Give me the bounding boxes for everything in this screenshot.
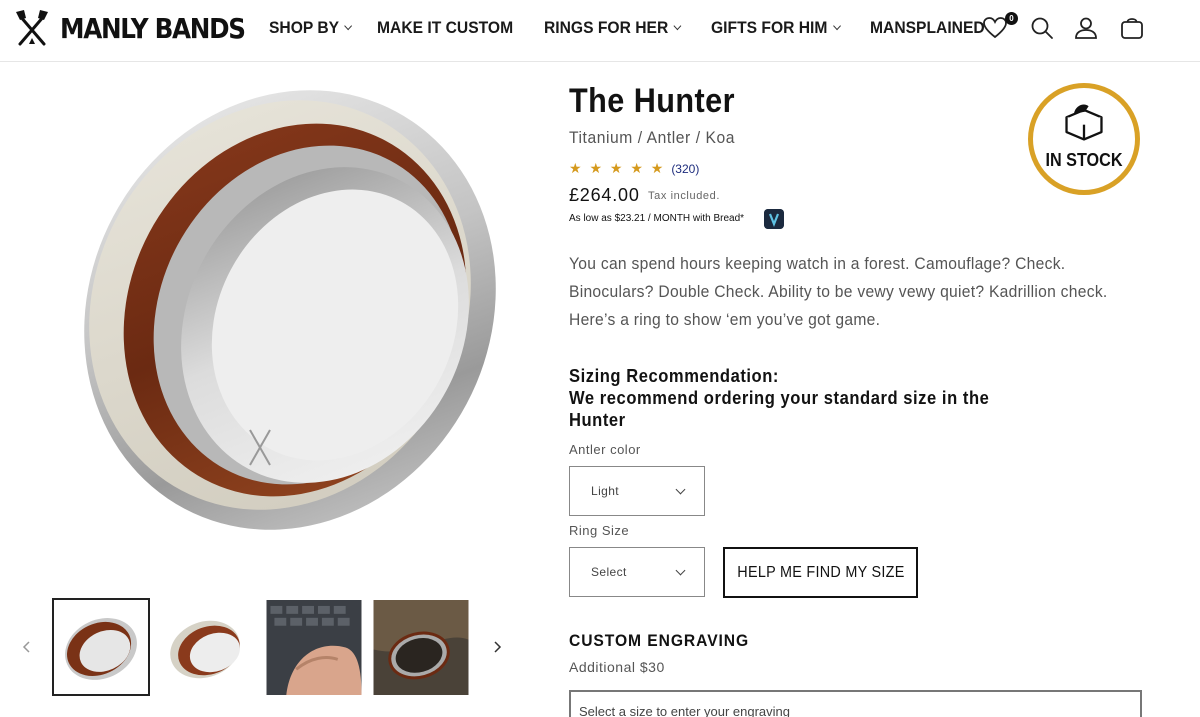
nav-item-mansplained[interactable]: MANSPLAINED (870, 18, 985, 38)
chevron-down-icon (673, 21, 682, 31)
sizing-text: We recommend ordering your standard size… (569, 388, 990, 430)
product-rating[interactable]: ★ ★ ★ ★ ★ (320) (569, 160, 699, 177)
nav-item-gifts-for-him[interactable]: GIFTS FOR HIM (711, 18, 841, 38)
chevron-down-icon (832, 21, 841, 31)
sizing-recommendation: Sizing Recommendation: We recommend orde… (569, 365, 1047, 431)
user-icon[interactable] (1073, 15, 1099, 41)
gallery-thumbnail[interactable] (373, 600, 469, 695)
ring-size-select[interactable]: Select (569, 547, 705, 597)
chevron-down-icon (344, 21, 353, 31)
site-header: MANLY BANDS SHOP BY MAKE IT CUSTOM RINGS… (0, 0, 1200, 62)
select-value: Select (591, 565, 627, 579)
crossed-axes-logo-icon (16, 10, 48, 46)
product-price: £264.00 (569, 185, 640, 205)
main-nav: SHOP BY MAKE IT CUSTOM RINGS FOR HER GIF… (269, 18, 1013, 38)
nav-item-shop-by[interactable]: SHOP BY (269, 18, 353, 38)
badge-text: IN STOCK (1045, 150, 1123, 170)
button-label: HELP ME FIND MY SIZE (736, 563, 905, 581)
antler-color-label: Antler color (569, 442, 641, 457)
review-count-link[interactable]: (320) (671, 162, 699, 176)
star-rating-icon: ★ ★ ★ ★ ★ (569, 160, 666, 176)
gallery-thumbnail[interactable] (52, 598, 150, 696)
find-my-size-button[interactable]: HELP ME FIND MY SIZE (723, 547, 918, 598)
select-value: Light (591, 484, 620, 498)
open-box-icon (1065, 104, 1103, 141)
nav-item-make-it-custom[interactable]: MAKE IT CUSTOM (377, 18, 513, 38)
chevron-down-icon (675, 565, 686, 576)
tax-note: Tax included. (648, 190, 721, 202)
brand-logo[interactable]: MANLY BANDS (14, 8, 270, 48)
gallery-thumbnail[interactable] (159, 600, 255, 695)
search-icon[interactable] (1029, 15, 1055, 41)
financing-note[interactable]: As low as $23.21 / MONTH with Bread* (569, 213, 744, 224)
product-main-image[interactable] (40, 70, 520, 570)
chevron-down-icon (675, 484, 686, 495)
engraving-input[interactable] (569, 690, 1142, 717)
cart-icon[interactable] (1119, 15, 1145, 41)
nav-item-label: MANSPLAINED (869, 18, 985, 37)
nav-item-label: GIFTS FOR HIM (711, 18, 828, 37)
product-materials: Titanium / Antler / Koa (569, 128, 735, 147)
engraving-title: CUSTOM ENGRAVING (569, 631, 750, 650)
nav-item-rings-for-her[interactable]: RINGS FOR HER (544, 18, 682, 38)
product-description: You can spend hours keeping watch in a f… (569, 254, 1108, 329)
product-title: The Hunter (569, 82, 736, 120)
nav-item-label: RINGS FOR HER (544, 18, 669, 37)
ring-size-label: Ring Size (569, 523, 630, 538)
in-stock-badge: IN STOCK (1028, 83, 1140, 195)
sizing-heading: Sizing Recommendation: (569, 366, 779, 386)
nav-item-label: MAKE IT CUSTOM (377, 18, 514, 37)
bread-financing-icon[interactable] (764, 209, 784, 229)
gallery-next-arrow-icon[interactable] (490, 640, 504, 654)
engraving-price: Additional $30 (569, 659, 665, 675)
brand-name: MANLY BANDS (60, 11, 246, 45)
wishlist-count-badge: 0 (1005, 12, 1018, 25)
gallery-thumbnail[interactable] (266, 600, 362, 695)
nav-item-label: SHOP BY (269, 18, 340, 37)
gallery-prev-arrow-icon[interactable] (20, 640, 34, 654)
antler-color-select[interactable]: Light (569, 466, 705, 516)
